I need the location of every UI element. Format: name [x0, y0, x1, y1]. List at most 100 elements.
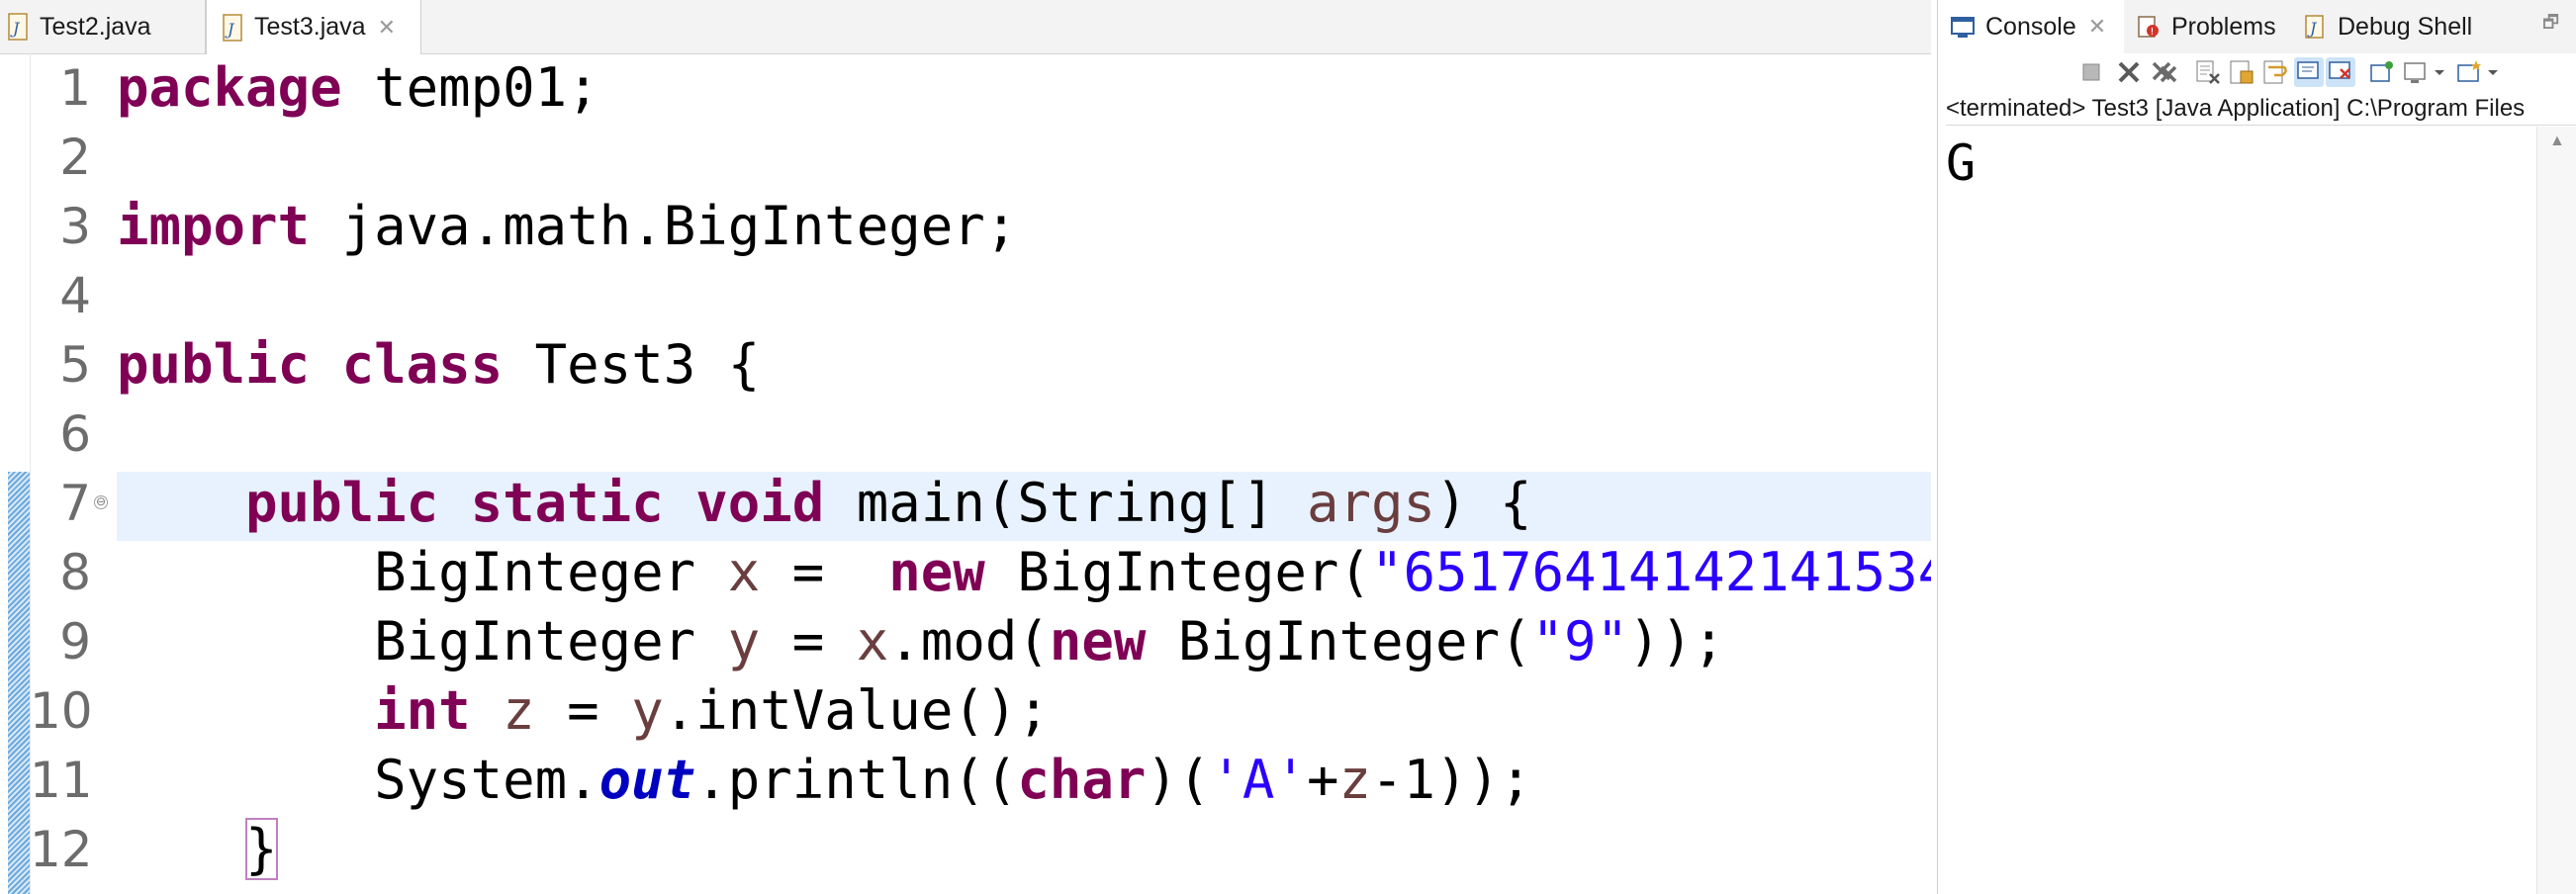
code-text: BigInteger( [984, 541, 1371, 603]
code-text: + [1306, 749, 1339, 811]
code-line-5: public class Test3 { [117, 330, 1931, 400]
code-line-11: System.out.println((char)('A'+z-1)); [117, 746, 1931, 815]
keyword: class [341, 333, 504, 396]
display-selected-console-icon[interactable] [2401, 57, 2431, 87]
line-number: 8 [59, 544, 91, 601]
show-on-stdout-icon[interactable] [2294, 57, 2324, 87]
console-output-text[interactable]: G [1946, 133, 1976, 194]
code-line-3: import java.math.BigInteger; [117, 192, 1931, 261]
string-literal: 'A' [1210, 749, 1307, 811]
keyword: import [117, 195, 311, 257]
variable: y [631, 679, 664, 742]
tab-problems[interactable]: ! Problems [2136, 0, 2276, 53]
keyword: char [1017, 749, 1147, 811]
tab-label: Test3.java [254, 13, 366, 41]
code-line-12: } [117, 815, 1931, 884]
remove-launch-icon[interactable] [2114, 57, 2144, 87]
restore-view-icon[interactable]: 🗗 [2542, 10, 2559, 40]
string-literal: "9" [1531, 610, 1629, 672]
line-number: 6 [59, 405, 91, 463]
variable: args [1306, 472, 1435, 534]
code-text: main(String[] [824, 472, 1307, 534]
console-tab-bar: Console ✕ ! Problems J Debug Shell 🗗 [1938, 0, 2576, 53]
debug-shell-icon: J [2305, 15, 2324, 39]
word-wrap-icon[interactable] [2260, 57, 2290, 87]
code-text: BigInteger [117, 541, 728, 603]
line-number-ruler: 1 2 3 4 5 6 7 8 9 10 11 12 [30, 53, 97, 884]
close-icon[interactable]: ✕ [2088, 14, 2106, 40]
line-number: 12 [30, 821, 93, 878]
open-console-icon[interactable] [2454, 57, 2484, 87]
console-icon [1951, 17, 1975, 38]
console-view: Console ✕ ! Problems J Debug Shell 🗗 <te… [1937, 0, 2576, 894]
code-editor[interactable]: J Test2.java J Test3.java ✕ 1 2 3 4 5 6 … [0, 0, 1931, 894]
clear-console-icon[interactable] [2193, 57, 2223, 87]
code-area[interactable]: package temp01; import java.math.BigInte… [117, 53, 1931, 894]
variable: x [727, 541, 761, 603]
code-text: )( [1146, 749, 1211, 811]
remove-all-terminated-icon[interactable] [2150, 57, 2179, 87]
fold-collapse-icon[interactable]: ⊖ [94, 495, 108, 509]
code-text: System. [117, 749, 599, 811]
keyword: public [245, 472, 439, 534]
tab-debug-shell[interactable]: J Debug Shell [2302, 0, 2472, 53]
chevron-down-icon[interactable] [2484, 57, 2502, 87]
keyword: static [470, 472, 664, 534]
code-line-9: BigInteger y = x.mod(new BigInteger("9")… [117, 607, 1931, 676]
show-on-stderr-icon[interactable] [2326, 57, 2355, 87]
code-line-7: public static void main(String[] args) { [117, 469, 1931, 538]
string-literal: "6517641414214153467978574851" [1370, 541, 1931, 603]
line-number: 7 [59, 475, 91, 532]
code-text: .mod( [888, 610, 1050, 672]
close-icon[interactable]: ✕ [378, 15, 396, 41]
tab-console[interactable]: Console ✕ [1938, 0, 2124, 53]
scroll-lock-icon[interactable] [2227, 57, 2256, 87]
keyword: new [1049, 610, 1147, 672]
code-text: temp01; [341, 56, 599, 119]
tab-test2-java[interactable]: J Test2.java [0, 0, 206, 53]
line-number: 3 [59, 198, 91, 255]
keyword: int [374, 679, 471, 742]
line-number: 10 [30, 682, 93, 740]
java-file-icon: J [223, 13, 242, 42]
change-marker-bar [8, 472, 30, 894]
java-file-icon: J [8, 13, 28, 41]
console-toolbar [1938, 53, 2576, 93]
keyword: public [117, 333, 311, 396]
chevron-down-icon[interactable] [2431, 57, 2448, 87]
editor-tab-bar: J Test2.java J Test3.java ✕ [0, 0, 1931, 54]
code-text: BigInteger( [1146, 610, 1532, 672]
console-vertical-scrollbar[interactable]: ▲ [2536, 127, 2576, 894]
keyword: new [888, 541, 985, 603]
code-text: )); [1628, 610, 1725, 672]
static-field: out [598, 749, 696, 811]
pin-console-icon[interactable] [2367, 57, 2397, 87]
variable: x [856, 610, 889, 672]
code-text: ) { [1435, 472, 1532, 534]
code-text: BigInteger [117, 610, 728, 672]
keyword: void [695, 472, 825, 534]
code-line-1: package temp01; [117, 53, 1931, 123]
line-number: 2 [59, 129, 91, 186]
problems-icon: ! [2138, 16, 2159, 38]
code-text: .println(( [695, 749, 1018, 811]
tab-label: Problems [2171, 12, 2276, 41]
code-line-8: BigInteger x = new BigInteger("651764141… [117, 538, 1931, 607]
terminate-icon[interactable] [2076, 57, 2106, 87]
line-number: 11 [30, 752, 93, 809]
tab-label: Test2.java [40, 12, 151, 41]
console-status-line: <terminated> Test3 [Java Application] C:… [1946, 93, 2576, 126]
code-text: = [534, 679, 632, 742]
tab-test3-java[interactable]: J Test3.java ✕ [206, 0, 421, 54]
line-number: 5 [59, 336, 91, 394]
code-text: Test3 { [503, 333, 761, 396]
tab-label: Debug Shell [2338, 12, 2473, 41]
scroll-up-arrow-icon[interactable]: ▲ [2549, 133, 2565, 150]
matching-bracket: } [245, 818, 278, 880]
